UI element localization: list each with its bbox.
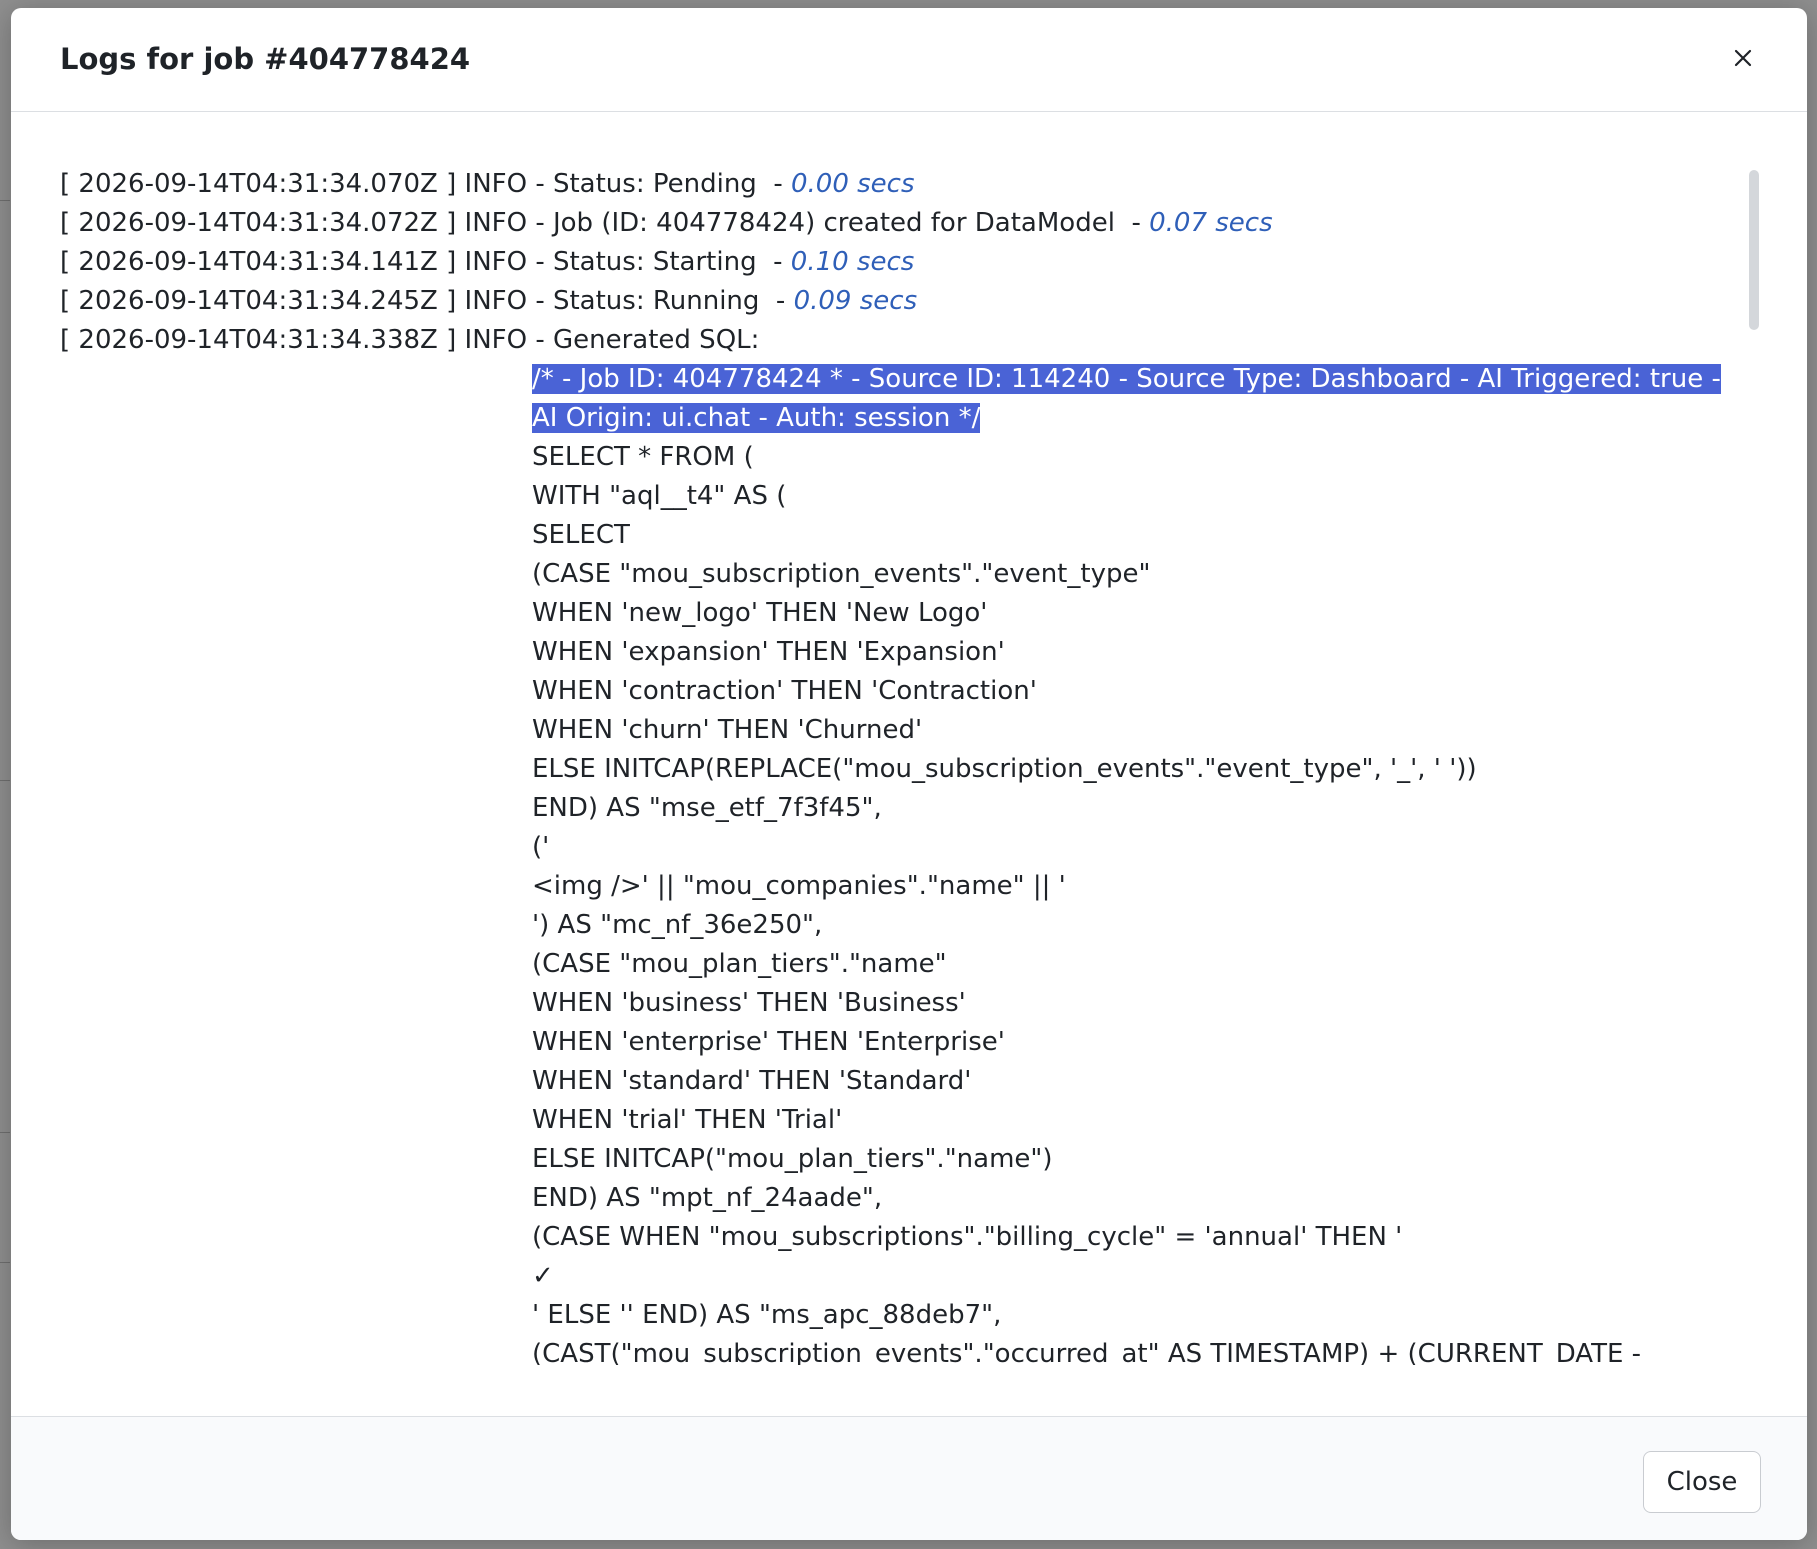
log-duration: 0.07 secs [1149,208,1273,238]
sql-line: (' [532,832,550,862]
sql-line: (CASE "mou_plan_tiers"."name" [532,949,947,979]
sql-line: END) AS "mpt_nf_24aade", [532,1183,883,1213]
sql-line: <img />' || "mou_companies"."name" || ' [532,871,1066,901]
modal-header: Logs for job #404778424 [11,8,1807,112]
modal-title: Logs for job #404778424 [60,42,471,76]
log-line: [ 2026-09-14T04:31:34.245Z ] INFO - Stat… [60,282,1740,321]
log-message: [ 2026-09-14T04:31:34.070Z ] INFO - Stat… [60,169,791,199]
log-duration: 0.00 secs [790,169,915,199]
sql-line: (CAST("mou_subscription_events"."occurre… [532,1339,1642,1365]
log-line: [ 2026-09-14T04:31:34.338Z ] INFO - Gene… [60,321,1740,360]
sql-line: WHEN 'new_logo' THEN 'New Logo' [532,598,988,628]
close-icon [1734,49,1752,67]
log-line: [ 2026-09-14T04:31:34.070Z ] INFO - Stat… [60,165,1740,204]
sql-line: WHEN 'standard' THEN 'Standard' [532,1066,972,1096]
sql-line: WHEN 'trial' THEN 'Trial' [532,1105,843,1135]
sql-line: END) AS "mse_etf_7f3f45", [532,793,882,823]
sql-line: WITH "aql__t4" AS ( [532,481,787,511]
log-duration: 0.09 secs [793,286,918,316]
sql-line: (CASE "mou_subscription_events"."event_t… [532,559,1151,589]
backdrop-divider [0,780,10,781]
sql-line: SELECT [532,520,630,550]
modal-body: [ 2026-09-14T04:31:34.070Z ] INFO - Stat… [11,112,1807,1416]
log-message: [ 2026-09-14T04:31:34.245Z ] INFO - Stat… [60,286,794,316]
backdrop-divider [0,1262,10,1263]
generated-sql: /* - Job ID: 404778424 * - Source ID: 11… [532,360,1728,1365]
selected-text: /* - Job ID: 404778424 * - Source ID: 11… [532,364,1721,433]
sql-line: SELECT * FROM ( [532,442,754,472]
sql-comment-selected: /* - Job ID: 404778424 * - Source ID: 11… [532,360,1728,438]
modal-close-icon-button[interactable] [1725,40,1761,76]
sql-line: ') AS "mc_nf_36e250", [532,910,823,940]
log-duration: 0.10 secs [790,247,915,277]
sql-line: ✓ [532,1261,554,1291]
backdrop-divider [0,1132,10,1133]
modal-footer: Close [11,1416,1807,1540]
log-message: [ 2026-09-14T04:31:34.141Z ] INFO - Stat… [60,247,791,277]
sql-line: ELSE INITCAP("mou_plan_tiers"."name") [532,1144,1053,1174]
sql-line: (CASE WHEN "mou_subscriptions"."billing_… [532,1222,1403,1252]
log-message: [ 2026-09-14T04:31:34.072Z ] INFO - Job … [60,208,1150,238]
log-lines: [ 2026-09-14T04:31:34.070Z ] INFO - Stat… [60,165,1740,360]
log-line: [ 2026-09-14T04:31:34.141Z ] INFO - Stat… [60,243,1740,282]
sql-lines: SELECT * FROM ( WITH "aql__t4" AS ( SELECT… [532,438,1728,1365]
sql-line: WHEN 'churn' THEN 'Churned' [532,715,923,745]
log-scrollbar[interactable] [1749,170,1759,330]
sql-line: WHEN 'enterprise' THEN 'Enterprise' [532,1027,1005,1057]
close-button[interactable]: Close [1643,1451,1761,1513]
sql-line: WHEN 'contraction' THEN 'Contraction' [532,676,1037,706]
backdrop-divider [0,200,10,201]
sql-line: ELSE INITCAP(REPLACE("mou_subscription_e… [532,754,1477,784]
sql-line: WHEN 'expansion' THEN 'Expansion' [532,637,1005,667]
sql-line: WHEN 'business' THEN 'Business' [532,988,966,1018]
log-output[interactable]: [ 2026-09-14T04:31:34.070Z ] INFO - Stat… [60,165,1740,1365]
log-message: [ 2026-09-14T04:31:34.338Z ] INFO - Gene… [60,325,760,355]
log-line: [ 2026-09-14T04:31:34.072Z ] INFO - Job … [60,204,1740,243]
sql-line: ' ELSE '' END) AS "ms_apc_88deb7", [532,1300,1002,1330]
logs-modal: Logs for job #404778424 [ 2026-09-14T04:… [11,8,1807,1540]
